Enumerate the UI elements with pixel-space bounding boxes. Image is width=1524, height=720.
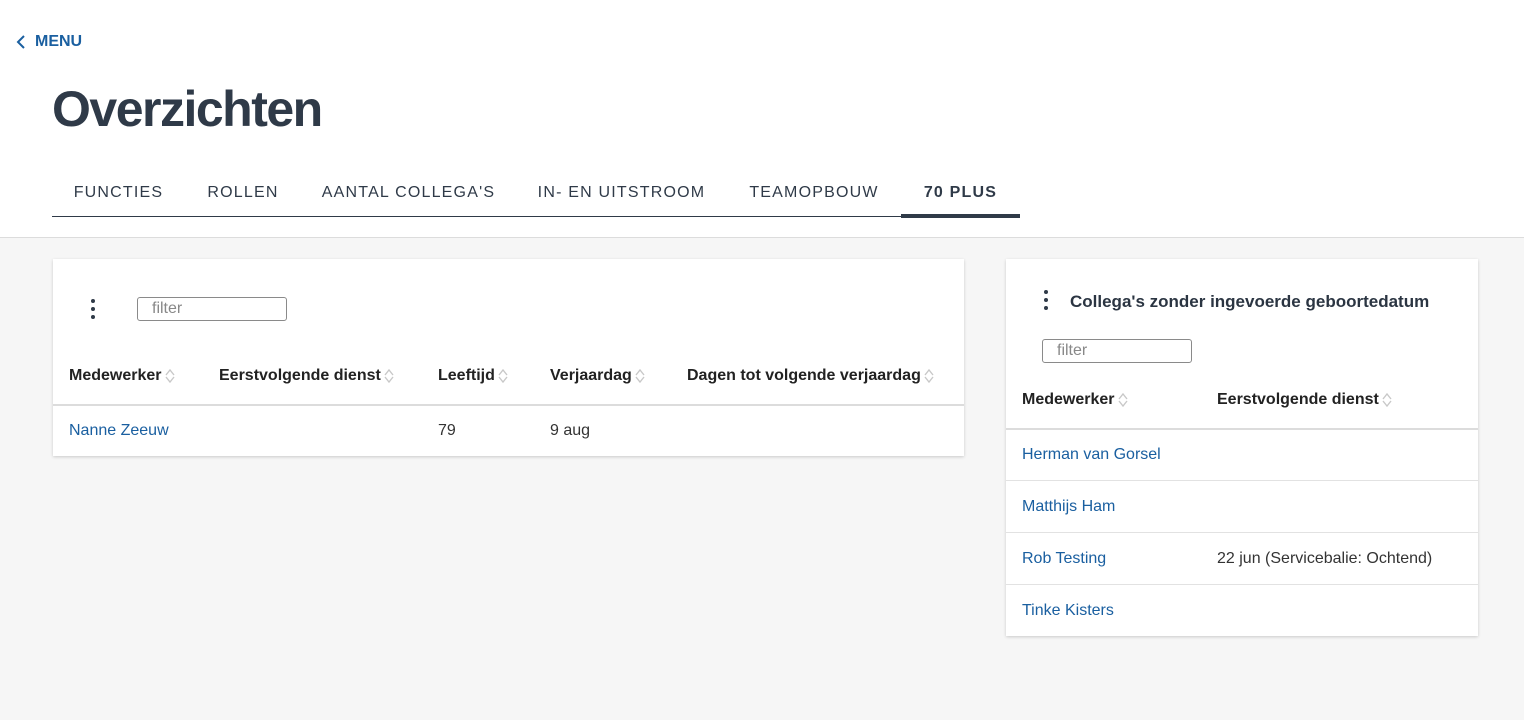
tab-70-plus[interactable]: 70 PLUS — [901, 170, 1020, 218]
column-header-medewerker[interactable]: Medewerker — [1022, 391, 1128, 409]
sort-icon — [164, 368, 175, 384]
tab-bar: FUNCTIES ROLLEN AANTAL COLLEGA'S IN- EN … — [52, 170, 1020, 218]
tab-teamopbouw[interactable]: TEAMOPBOUW — [727, 170, 901, 216]
employee-link[interactable]: Herman van Gorsel — [1022, 446, 1161, 464]
card-title: Collega's zonder ingevoerde geboortedatu… — [1070, 292, 1430, 311]
seventy-plus-card: Medewerker Eerstvolgende dienst Leeftijd… — [53, 259, 964, 456]
employee-link[interactable]: Matthijs Ham — [1022, 498, 1115, 516]
filter-input[interactable] — [137, 297, 287, 321]
more-options-icon[interactable] — [86, 296, 100, 322]
row-divider — [1006, 532, 1478, 533]
sort-icon — [1117, 392, 1128, 408]
employee-link[interactable]: Tinke Kisters — [1022, 602, 1114, 620]
more-options-icon[interactable] — [1039, 287, 1053, 313]
page-title: Overzichten — [52, 81, 323, 137]
sort-icon — [498, 368, 508, 384]
row-divider — [1006, 480, 1478, 481]
employee-link[interactable]: Rob Testing — [1022, 550, 1106, 568]
table-header-divider — [53, 404, 964, 406]
column-header-eerstvolgende-dienst[interactable]: Eerstvolgende dienst — [1217, 391, 1392, 409]
column-header-leeftijd[interactable]: Leeftijd — [438, 367, 508, 385]
row-divider — [1006, 584, 1478, 585]
no-birthdate-card: Collega's zonder ingevoerde geboortedatu… — [1006, 259, 1478, 636]
back-to-menu-label: MENU — [35, 33, 83, 50]
sort-icon — [635, 368, 645, 384]
employee-link[interactable]: Nanne Zeeuw — [69, 422, 169, 440]
tab-rollen[interactable]: ROLLEN — [185, 170, 301, 216]
column-header-eerstvolgende-dienst[interactable]: Eerstvolgende dienst — [219, 367, 394, 385]
sort-icon — [384, 368, 394, 384]
tab-aantal-collegas[interactable]: AANTAL COLLEGA'S — [301, 170, 516, 216]
next-shift-cell: 22 jun (Servicebalie: Ochtend) — [1217, 550, 1433, 567]
table-header-divider — [1006, 428, 1478, 430]
sort-icon — [1382, 392, 1392, 408]
column-header-medewerker[interactable]: Medewerker — [69, 367, 175, 385]
age-cell: 79 — [438, 422, 456, 439]
tab-in-en-uitstroom[interactable]: IN- EN UITSTROOM — [516, 170, 727, 216]
tab-functies[interactable]: FUNCTIES — [52, 170, 185, 216]
sort-icon — [924, 368, 934, 384]
column-header-verjaardag[interactable]: Verjaardag — [550, 367, 645, 385]
back-to-menu-link[interactable]: MENU — [15, 31, 82, 53]
column-header-dagen-tot-verjaardag[interactable]: Dagen tot volgende verjaardag — [687, 367, 934, 385]
filter-input[interactable] — [1042, 339, 1192, 363]
birthday-cell: 9 aug — [550, 422, 591, 439]
chevron-left-icon — [16, 35, 25, 49]
page-header: MENU Overzichten FUNCTIES ROLLEN AANTAL … — [0, 0, 1524, 238]
